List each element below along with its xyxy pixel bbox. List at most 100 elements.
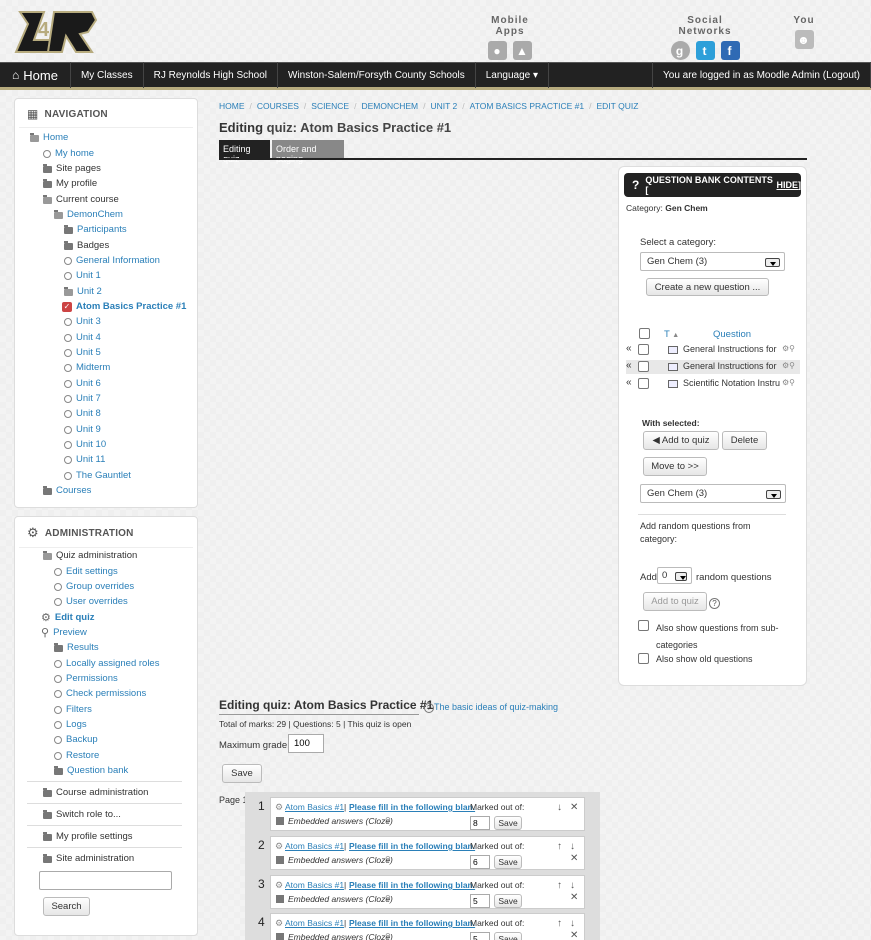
create-question-button[interactable]: Create a new question ... bbox=[646, 278, 769, 296]
show-old-checkbox[interactable] bbox=[638, 653, 649, 664]
user-avatar-icon[interactable]: ☻ bbox=[794, 30, 814, 49]
question-category-link[interactable]: Atom Basics #1 bbox=[285, 802, 344, 812]
arrow-down-icon[interactable]: ↓ bbox=[570, 918, 575, 929]
close-icon[interactable]: ✕ bbox=[570, 802, 578, 813]
admin-permissions[interactable]: Permissions bbox=[54, 673, 118, 685]
question-checkbox[interactable] bbox=[638, 344, 649, 355]
nav-tree-unit-2[interactable]: Unit 2 bbox=[64, 286, 102, 298]
nav-tree-courses[interactable]: Courses bbox=[43, 485, 91, 497]
admin-my-profile-settings[interactable]: My profile settings bbox=[43, 831, 133, 843]
facebook-icon[interactable]: f bbox=[720, 41, 740, 60]
close-icon[interactable]: ✕ bbox=[570, 853, 578, 864]
question-gear-icon[interactable]: ⚙ bbox=[275, 918, 283, 929]
admin-restore[interactable]: Restore bbox=[54, 750, 99, 762]
close-icon[interactable]: ✕ bbox=[570, 930, 578, 940]
arrow-up-icon[interactable]: ↑ bbox=[557, 841, 562, 852]
select-all-checkbox[interactable] bbox=[639, 328, 650, 339]
edit-preview-icon[interactable]: ⚙⚲ bbox=[782, 344, 795, 353]
breadcrumb-demonchem[interactable]: DemonChem bbox=[361, 101, 418, 111]
question-category-link[interactable]: Atom Basics #1 bbox=[285, 841, 344, 851]
admin-user-overrides[interactable]: User overrides bbox=[54, 596, 128, 608]
nav-language[interactable]: Language ▾ bbox=[476, 62, 550, 88]
admin-group-overrides[interactable]: Group overrides bbox=[54, 581, 134, 593]
delete-button[interactable]: Delete bbox=[722, 431, 767, 450]
save-marks-button[interactable]: Save bbox=[494, 816, 522, 830]
nav-tree-gauntlet[interactable]: The Gauntlet bbox=[64, 470, 131, 482]
android-icon[interactable]: ▲ bbox=[513, 41, 532, 60]
admin-preview[interactable]: ⚲ Preview bbox=[41, 627, 87, 639]
marks-input[interactable] bbox=[470, 894, 490, 908]
marks-input[interactable] bbox=[470, 932, 490, 940]
question-gear-icon[interactable]: ⚙ bbox=[275, 880, 283, 891]
google-icon[interactable]: g bbox=[670, 41, 690, 60]
admin-edit-quiz[interactable]: ⚙ Edit quiz bbox=[41, 612, 94, 624]
admin-course-administration[interactable]: Course administration bbox=[43, 787, 148, 799]
nav-tree-badges[interactable]: Badges bbox=[64, 240, 109, 252]
nav-tree-unit-7[interactable]: Unit 7 bbox=[64, 393, 101, 405]
nav-tree-unit-5[interactable]: Unit 5 bbox=[64, 347, 101, 359]
admin-locally-assigned-roles[interactable]: Locally assigned roles bbox=[54, 658, 159, 670]
category-select[interactable]: Gen Chem (3) bbox=[640, 252, 785, 271]
nav-tree-site-pages[interactable]: Site pages bbox=[43, 163, 101, 175]
nav-tree-home[interactable]: Home bbox=[30, 132, 68, 144]
arrow-down-icon[interactable]: ↓ bbox=[570, 841, 575, 852]
move-category-select[interactable]: Gen Chem (3) bbox=[640, 484, 786, 503]
edit-preview-icon[interactable]: ⚙⚲ bbox=[782, 378, 795, 387]
arrow-up-icon[interactable]: ↑ bbox=[557, 880, 562, 891]
question-text-link[interactable]: Please fill in the following blan. bbox=[349, 802, 475, 812]
admin-search-button[interactable]: Search bbox=[43, 897, 90, 916]
arrow-down-icon[interactable]: ↓ bbox=[570, 880, 575, 891]
breadcrumb-unit-2[interactable]: Unit 2 bbox=[431, 101, 458, 111]
nav-tree-atom-basics[interactable]: ✓ Atom Basics Practice #1 bbox=[62, 301, 186, 313]
site-logo[interactable]: 4 bbox=[14, 6, 98, 56]
add-to-quiz-icon[interactable]: « bbox=[626, 343, 632, 354]
save-marks-button[interactable]: Save bbox=[494, 932, 522, 940]
breadcrumb-courses[interactable]: Courses bbox=[257, 101, 299, 111]
preview-icon[interactable]: ⚲ bbox=[385, 932, 391, 940]
marks-input[interactable] bbox=[470, 855, 490, 869]
nav-tree-midterm[interactable]: Midterm bbox=[64, 362, 110, 374]
question-category-link[interactable]: Atom Basics #1 bbox=[285, 918, 344, 928]
question-checkbox[interactable] bbox=[638, 361, 649, 372]
nav-tree-unit-4[interactable]: Unit 4 bbox=[64, 332, 101, 344]
nav-tree-demonchem[interactable]: DemonChem bbox=[54, 209, 123, 221]
question-text-link[interactable]: Please fill in the following blan. bbox=[349, 918, 475, 928]
nav-tree-unit-10[interactable]: Unit 10 bbox=[64, 439, 106, 451]
add-to-quiz-icon[interactable]: « bbox=[626, 377, 632, 388]
arrow-down-icon[interactable]: ↓ bbox=[557, 802, 562, 813]
qbank-hide-link[interactable]: HIDE bbox=[776, 180, 798, 190]
logged-in-info[interactable]: You are logged in as Moodle Admin (Logou… bbox=[652, 62, 871, 88]
nav-my-classes[interactable]: My Classes bbox=[71, 62, 144, 88]
nav-district[interactable]: Winston-Salem/Forsyth County Schools bbox=[278, 62, 476, 88]
apple-icon[interactable]: ● bbox=[488, 41, 507, 60]
question-checkbox[interactable] bbox=[638, 378, 649, 389]
nav-tree-unit-11[interactable]: Unit 11 bbox=[64, 454, 105, 466]
close-icon[interactable]: ✕ bbox=[570, 892, 578, 903]
tab-order-paging[interactable]: Order and paging bbox=[272, 140, 344, 164]
nav-tree-unit-6[interactable]: Unit 6 bbox=[64, 378, 101, 390]
marks-input[interactable] bbox=[470, 816, 490, 830]
preview-icon[interactable]: ⚲ bbox=[385, 816, 391, 825]
add-random-button[interactable]: Add to quiz bbox=[643, 592, 707, 611]
admin-quiz-administration[interactable]: Quiz administration bbox=[43, 550, 137, 562]
help-link[interactable]: ? The basic ideas of quiz-making bbox=[424, 702, 558, 713]
edit-preview-icon[interactable]: ⚙⚲ bbox=[782, 361, 795, 370]
col-question-header[interactable]: Question bbox=[713, 329, 751, 340]
preview-icon[interactable]: ⚲ bbox=[385, 855, 391, 864]
question-category-link[interactable]: Atom Basics #1 bbox=[285, 880, 344, 890]
help-icon[interactable]: ? bbox=[709, 598, 720, 609]
nav-tree-my-home[interactable]: My home bbox=[43, 148, 94, 160]
breadcrumb-home[interactable]: Home bbox=[219, 101, 245, 111]
nav-tree-unit-9[interactable]: Unit 9 bbox=[64, 424, 101, 436]
col-type-header[interactable]: T ▲ bbox=[664, 329, 679, 340]
question-gear-icon[interactable]: ⚙ bbox=[275, 841, 283, 852]
save-grade-button[interactable]: Save bbox=[222, 764, 262, 783]
admin-site-administration[interactable]: Site administration bbox=[43, 853, 134, 865]
save-marks-button[interactable]: Save bbox=[494, 855, 522, 869]
nav-tree-participants[interactable]: Participants bbox=[64, 224, 127, 236]
admin-results[interactable]: Results bbox=[54, 642, 99, 654]
admin-edit-settings[interactable]: Edit settings bbox=[54, 566, 118, 578]
nav-tree-general-info[interactable]: General Information bbox=[64, 255, 160, 267]
nav-tree-current-course[interactable]: Current course bbox=[43, 194, 119, 206]
show-subcategories-checkbox[interactable] bbox=[638, 620, 649, 631]
